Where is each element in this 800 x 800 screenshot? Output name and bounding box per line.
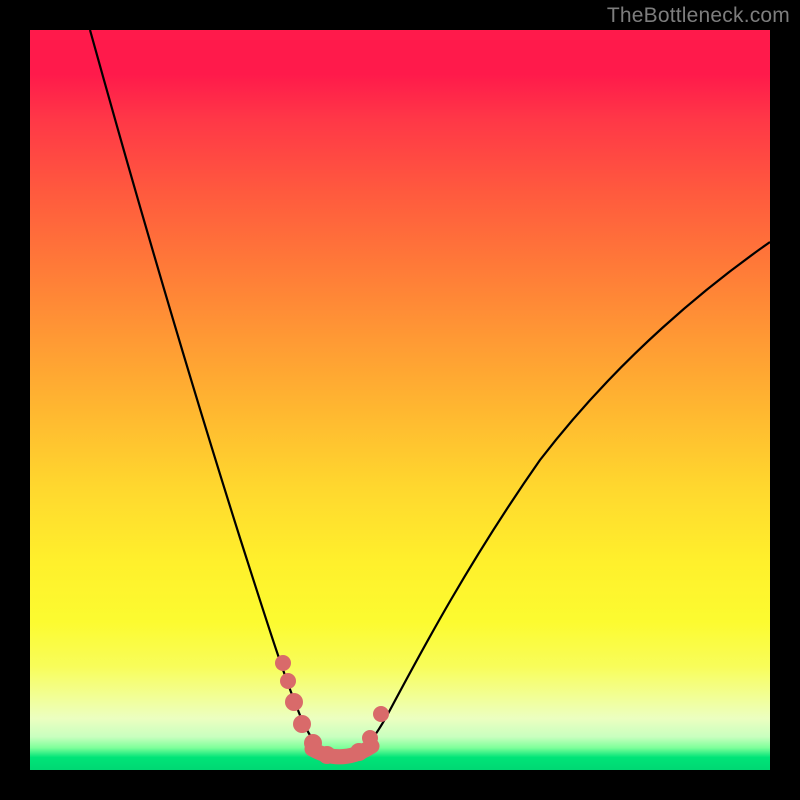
- dot-right-1: [350, 743, 368, 761]
- dot-left-3: [285, 693, 303, 711]
- dot-left-6: [318, 746, 336, 764]
- curve-left: [90, 30, 342, 762]
- dot-left-4: [293, 715, 311, 733]
- dot-left-1: [275, 655, 291, 671]
- chart-frame: TheBottleneck.com: [0, 0, 800, 800]
- dot-right-2: [362, 730, 378, 746]
- chart-svg: [30, 30, 770, 770]
- dot-left-5: [304, 734, 322, 752]
- dot-right-3: [373, 706, 389, 722]
- chart-plot-area: [30, 30, 770, 770]
- curve-right: [342, 242, 770, 762]
- watermark-text: TheBottleneck.com: [607, 4, 790, 28]
- dot-left-2: [280, 673, 296, 689]
